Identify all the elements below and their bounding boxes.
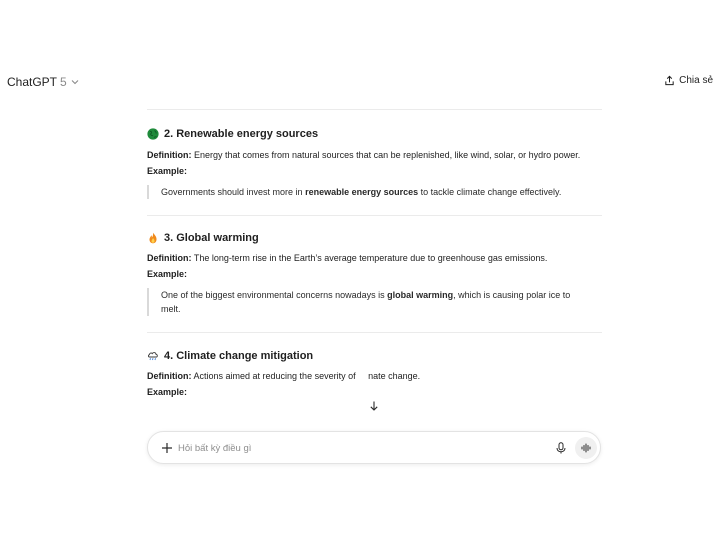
divider [147,215,602,216]
divider [147,109,602,110]
example-quote: Governments should invest more in renewa… [147,185,602,199]
model-name: ChatGPT [7,75,58,89]
section-title: 4. Climate change mitigation [164,350,314,362]
fire-icon [149,232,157,244]
share-label: Chia sẻ [679,75,713,86]
arrow-down-icon [370,401,378,411]
vocab-section: 2. Renewable energy sources Definition: … [147,128,602,199]
example-text: Governments should invest more in [161,187,306,197]
share-icon [665,75,674,86]
chat-transcript: 2. Renewable energy sources Definition: … [147,96,602,397]
plus-icon[interactable] [160,441,174,455]
example-label: Example: [147,269,188,279]
example-text: One of the biggest environmental concern… [161,290,388,300]
globe-icon [147,128,159,140]
model-version: 5 [60,75,67,89]
section-title: 2. Renewable energy sources [164,128,319,140]
model-picker[interactable]: ChatGPT 5 [7,75,80,89]
example-text: to tackle climate change effectively. [418,187,562,197]
definition-label: Definition: [147,253,192,263]
waveform-icon [581,443,591,453]
message-input[interactable] [178,439,538,457]
vocab-section: 4. Climate change mitigation Definition:… [147,350,602,397]
top-bar: ChatGPT 5 Chia sẻ [0,72,720,94]
composer [147,431,601,464]
vocab-section: 3. Global warming Definition: The long-t… [147,232,602,316]
example-highlight: global warming [387,290,454,300]
divider [147,332,602,333]
section-title: 3. Global warming [164,232,259,244]
definition: Definition: Energy that comes from natur… [147,149,602,162]
cloud-rain-icon [147,352,158,361]
chevron-down-icon [71,80,79,85]
microphone-icon[interactable] [554,441,568,455]
definition-text: The long-term rise in the Earth’s averag… [191,253,548,263]
definition: Definition: Actions aimed at reducing th… [147,370,602,383]
voice-mode-button[interactable] [575,437,597,459]
example-highlight: renewable energy sources [305,187,419,197]
definition-text: Energy that comes from natural sources t… [191,150,581,160]
scroll-to-bottom-button[interactable] [367,399,381,413]
example-label: Example: [147,387,188,397]
example-label: Example: [147,166,188,176]
definition-text: nate change. [368,371,421,381]
definition-text: Actions aimed at reducing the severity o… [191,371,359,381]
definition: Definition: The long-term rise in the Ea… [147,252,602,265]
definition-label: Definition: [147,371,192,381]
definition-label: Definition: [147,150,192,160]
example-quote: One of the biggest environmental concern… [147,288,602,316]
share-button[interactable]: Chia sẻ [664,75,713,86]
